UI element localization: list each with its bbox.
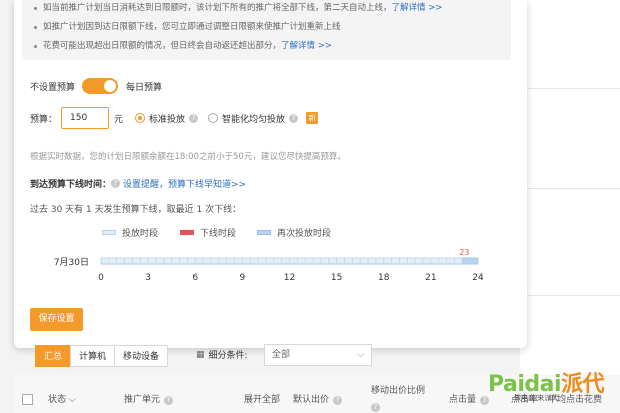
filter-row: ▦ 细分条件:	[196, 348, 248, 362]
offline-marker-label: 23	[459, 248, 469, 257]
x-tick-label: 18	[378, 273, 390, 283]
tab-mobile[interactable]: 移动设备	[114, 345, 169, 367]
divider	[520, 295, 620, 296]
x-tick-label: 12	[284, 273, 295, 283]
x-tick-label: 21	[425, 273, 436, 283]
chevron-down-icon: ⌵	[357, 350, 364, 360]
col-default-bid: 默认出价?	[293, 392, 343, 405]
budget-timeline-chart: 7月30日 0 3 6 9 12 15 18 21 24 23	[54, 248, 484, 283]
tab-computer[interactable]: 计算机	[70, 345, 116, 367]
divider	[520, 88, 620, 89]
tab-summary[interactable]: 汇总	[35, 345, 72, 367]
help-icon[interactable]: ?	[333, 396, 343, 405]
paidai-watermark: Paidai派代 做电商·来派代	[488, 372, 605, 402]
col-clicks: 点击量?	[449, 392, 490, 405]
col-status[interactable]: 状态 ⌵	[48, 392, 76, 405]
x-tick-label: 24	[472, 273, 484, 283]
help-icon[interactable]: ?	[371, 402, 380, 412]
col-unit: 推广单元?	[124, 392, 174, 405]
select-all-checkbox[interactable]	[22, 394, 33, 405]
background-panel	[520, 0, 620, 413]
grid-icon: ▦	[196, 349, 205, 360]
filter-label: 细分条件:	[208, 351, 248, 361]
expand-all-link[interactable]: 展开全部	[244, 392, 280, 405]
filter-select[interactable]: 全部 ⌵	[264, 344, 372, 366]
x-tick-label: 9	[240, 273, 246, 283]
help-icon[interactable]: ?	[164, 396, 174, 405]
divider	[520, 188, 620, 189]
col-mobile-ratio: 移动出价比例	[371, 386, 426, 396]
x-tick-label: 3	[145, 273, 151, 283]
device-tabs: 汇总 计算机 移动设备	[35, 345, 169, 367]
x-tick-label: 6	[192, 273, 198, 283]
daily-budget-popup: 如当前推广计划当日消耗达到日限额时，该计划下所有的推广将全部下线，第二天自动上线…	[14, 0, 527, 348]
x-tick-label: 15	[331, 273, 342, 283]
save-settings-button[interactable]: 保存设置	[30, 308, 83, 331]
row-label: 7月30日	[54, 257, 89, 268]
x-tick-label: 0	[98, 273, 104, 283]
